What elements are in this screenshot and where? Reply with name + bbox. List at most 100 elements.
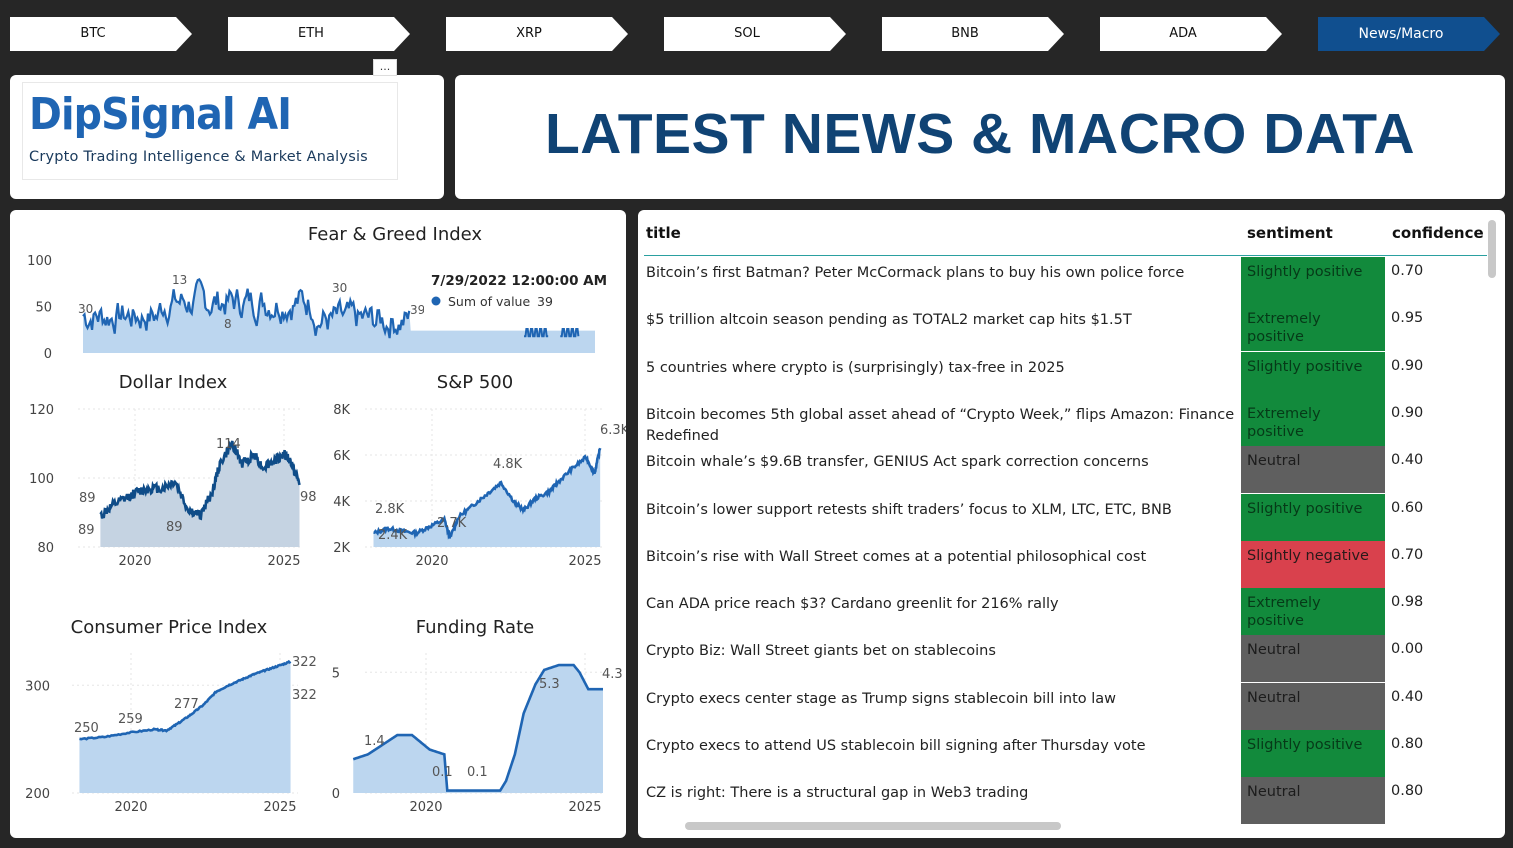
brand-panel: DipSignal AI Crypto Trading Intelligence… [10, 75, 444, 199]
news-title: 5 countries where crypto is (surprisingl… [646, 359, 1065, 376]
tooltip-date: 7/29/2022 12:00:00 AM [431, 273, 607, 289]
news-row[interactable]: Can ADA price reach $3? Cardano greenlit… [638, 588, 1488, 636]
news-title: Bitcoin becomes 5th global asset ahead o… [646, 406, 1235, 444]
chart-title: Fear & Greed Index [308, 224, 483, 245]
news-row[interactable]: Bitcoin’s rise with Wall Street comes at… [638, 540, 1488, 588]
news-title: Bitcoin’s lower support retests shift tr… [646, 501, 1172, 518]
x-tick-label: 2020 [415, 554, 448, 569]
horizontal-scrollbar[interactable] [685, 822, 1061, 830]
more-options-icon[interactable]: ... [373, 59, 397, 76]
confidence-cell: 0.40 [1391, 688, 1424, 705]
tab-xrp[interactable]: XRP [446, 17, 628, 51]
brand-logo: DipSignal AI Crypto Trading Intelligence… [22, 82, 398, 180]
x-tick-label: 2020 [409, 800, 442, 815]
sentiment-cell: Neutral [1241, 446, 1385, 494]
data-label: 259 [118, 712, 143, 727]
news-title: Bitcoin whale’s $9.6B transfer, GENIUS A… [646, 454, 1149, 471]
confidence-cell: 0.70 [1391, 263, 1424, 279]
series-area [79, 661, 291, 793]
data-label: 98 [300, 490, 317, 505]
news-title: CZ is right: There is a structural gap i… [646, 785, 1029, 802]
data-label: 322 [292, 655, 317, 670]
sentiment-cell: Slightly positive [1241, 351, 1385, 399]
data-label: 2.4K [378, 528, 408, 543]
y-tick-label: 50 [35, 301, 52, 316]
tooltip-series-dot [431, 296, 441, 306]
confidence-cell: 0.90 [1391, 404, 1424, 421]
news-row[interactable]: Crypto Biz: Wall Street giants bet on st… [638, 635, 1488, 683]
data-label: 277 [174, 697, 199, 712]
data-label: 89 [78, 523, 95, 538]
sentiment-cell: Slightly positive [1241, 257, 1385, 304]
y-tick-label: 8K [333, 403, 350, 418]
news-title: Bitcoin’s rise with Wall Street comes at… [646, 548, 1147, 565]
charts-canvas: Fear & Greed Index0501003013308397/29/20… [25, 224, 626, 815]
news-row[interactable]: Crypto execs to attend US stablecoin bil… [638, 730, 1488, 777]
tab-ada[interactable]: ADA [1100, 17, 1282, 51]
data-label: 322 [292, 688, 317, 703]
tab-news-macro[interactable]: News/Macro [1318, 17, 1500, 51]
x-tick-label: 2020 [118, 554, 151, 569]
news-table-panel: title sentiment confidence Bitcoin’s fir… [638, 210, 1505, 838]
tab-label: ETH [298, 26, 324, 41]
x-tick-label: 2020 [114, 800, 147, 815]
tooltip-series: Sum of value [448, 294, 530, 309]
news-row[interactable]: $5 trillion altcoin season pending as TO… [638, 304, 1488, 352]
news-row[interactable]: CZ is right: There is a structural gap i… [638, 777, 1488, 825]
confidence-cell: 0.40 [1391, 452, 1424, 469]
news-row[interactable]: 5 countries where crypto is (surprisingl… [638, 351, 1488, 399]
y-tick-label: 0 [44, 347, 52, 362]
tab-bnb[interactable]: BNB [882, 17, 1064, 51]
data-label: 0.1 [432, 765, 453, 780]
header-divider [644, 255, 1487, 256]
news-row[interactable]: Crypto execs center stage as Trump signs… [638, 682, 1488, 730]
y-tick-label: 80 [37, 541, 54, 556]
data-label: 2.7K [437, 516, 467, 531]
tab-label: BTC [80, 26, 106, 41]
data-label: 13 [172, 273, 187, 287]
y-tick-label: 5 [332, 666, 340, 681]
data-label: 250 [74, 721, 99, 736]
news-title: Crypto Biz: Wall Street giants bet on st… [646, 643, 996, 660]
tab-label: XRP [516, 26, 542, 41]
data-label: 114 [216, 437, 241, 452]
confidence-cell: 0.95 [1391, 310, 1424, 327]
tab-label: ADA [1169, 26, 1197, 41]
tooltip-value: 39 [537, 294, 553, 309]
chart-title: S&P 500 [437, 372, 513, 393]
y-tick-label: 100 [29, 472, 54, 487]
data-label: 5.3 [539, 677, 560, 692]
x-tick-label: 2025 [568, 800, 601, 815]
chart-title: Dollar Index [119, 372, 228, 393]
column-header-sentiment[interactable]: sentiment [1247, 224, 1333, 242]
y-tick-label: 120 [29, 403, 54, 418]
y-tick-label: 300 [25, 679, 50, 694]
chart-tooltip: 7/29/2022 12:00:00 AM Sum of value 39 [424, 266, 614, 328]
vertical-scrollbar[interactable] [1488, 220, 1496, 278]
column-header-title[interactable]: title [646, 224, 681, 242]
data-label: 0.1 [467, 765, 488, 780]
confidence-cell: 0.80 [1391, 736, 1424, 752]
tab-btc[interactable]: BTC [10, 17, 192, 51]
sentiment-cell: Extremely positive [1241, 304, 1385, 352]
x-tick-label: 2025 [568, 554, 601, 569]
news-row[interactable]: Bitcoin becomes 5th global asset ahead o… [638, 398, 1488, 446]
confidence-cell: 0.70 [1391, 546, 1424, 563]
data-label: 2.8K [375, 502, 405, 517]
macro-charts-panel: Fear & Greed Index 0 50 100 30 13 30 8 39 7/29/20… [10, 210, 626, 838]
page-title: LATEST NEWS & MACRO DATA [544, 102, 1416, 166]
news-row[interactable]: Bitcoin whale’s $9.6B transfer, GENIUS A… [638, 446, 1488, 494]
news-title: Bitcoin’s first Batman? Peter McCormack … [646, 265, 1185, 281]
y-tick-label: 6K [333, 449, 350, 464]
news-title: $5 trillion altcoin season pending as TO… [646, 312, 1132, 329]
news-row[interactable]: Bitcoin’s lower support retests shift tr… [638, 493, 1488, 541]
tab-sol[interactable]: SOL [664, 17, 846, 51]
column-header-confidence[interactable]: confidence [1392, 224, 1484, 242]
news-row[interactable]: Bitcoin’s first Batman? Peter McCormack … [638, 257, 1488, 304]
sentiment-cell: Neutral [1241, 635, 1385, 683]
tab-eth[interactable]: ETH [228, 17, 410, 51]
data-label: 89 [166, 520, 183, 535]
header-panel: LATEST NEWS & MACRO DATA [455, 75, 1505, 199]
data-label: 4.8K [493, 457, 523, 472]
tab-label: SOL [734, 26, 760, 41]
